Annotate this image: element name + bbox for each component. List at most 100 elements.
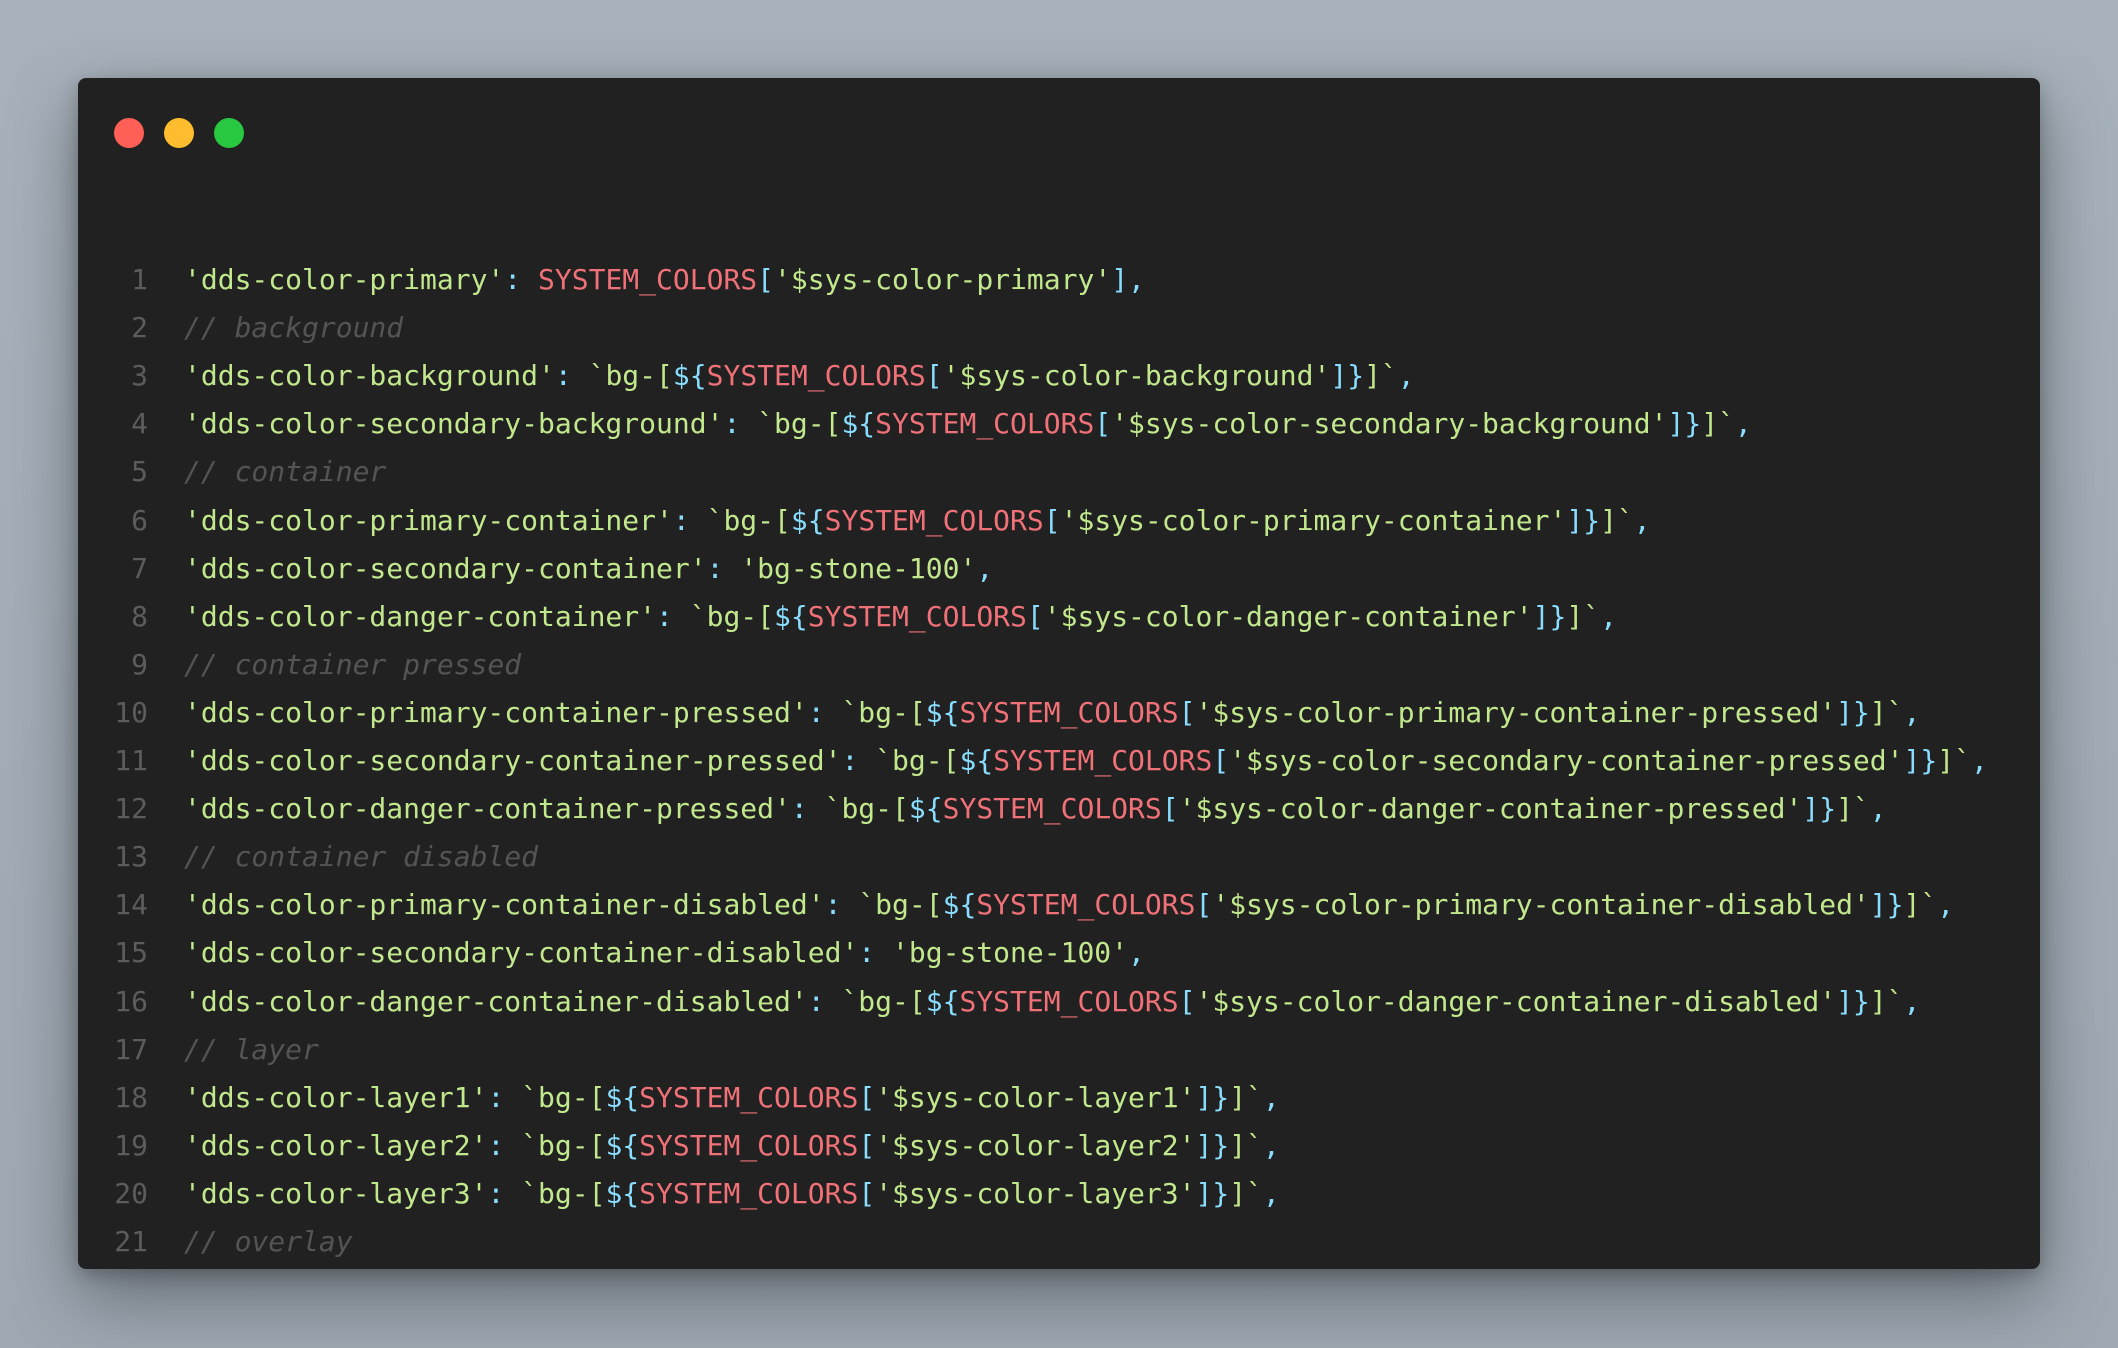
code-token: SYSTEM_COLORS: [959, 984, 1179, 1018]
code-token: '$sys-color-secondary-background': [1111, 407, 1668, 441]
code-token: '$sys-color-secondary-container-pressed': [1229, 744, 1904, 777]
code-text: // layer: [184, 1026, 319, 1074]
code-line: 10 'dds-color-primary-container-pressed':…: [78, 689, 1920, 737]
code-token: SYSTEM_COLORS: [875, 407, 1095, 441]
code-token: 'dds-color-layer3': [184, 1176, 488, 1210]
code-line: 14 'dds-color-primary-container-disabled'…: [78, 881, 1954, 929]
window-controls: [114, 118, 244, 148]
code-token: :: [554, 359, 589, 393]
line-number: 14: [114, 888, 148, 922]
line-number: 3: [131, 359, 148, 393]
code-line: 21 // overlay: [78, 1218, 352, 1266]
line-number: 22: [78, 1266, 148, 1269]
line-number: 18: [114, 1080, 148, 1114]
code-line: 20 'dds-color-layer3': `bg-[${SYSTEM_COLO…: [78, 1170, 1280, 1218]
code-token: 'dds-color-secondary-container': [184, 551, 707, 585]
code-snippet-window: 1'dds-color-primary': SYSTEM_COLORS['$sy…: [78, 78, 2040, 1269]
code-text: 'dds-color-primary-container-disabled': …: [184, 881, 1954, 929]
code-token: `bg-[: [689, 599, 775, 633]
code-text: 'dds-color-danger-container': `bg-[${SYS…: [184, 593, 1617, 641]
code-token: ]`: [1229, 1080, 1263, 1114]
code-token: // container disabled: [184, 840, 539, 874]
code-token: :: [504, 263, 539, 296]
code-token: ]`: [1600, 503, 1634, 537]
code-token: 'dds-color-danger-container-pressed': [184, 792, 791, 826]
code-token: SYSTEM_COLORS: [538, 263, 758, 296]
code-token: :: [656, 599, 690, 633]
line-number: 1: [131, 263, 148, 296]
minimize-button[interactable]: [164, 118, 194, 148]
code-token: ]`: [1903, 888, 1938, 922]
code-token: [: [925, 359, 943, 393]
code-text: 'dds-color-secondary-container-disabled'…: [184, 929, 1145, 977]
code-text: // container: [184, 448, 386, 496]
code-token: // container: [184, 455, 387, 489]
code-token: ]}: [1836, 984, 1870, 1018]
close-button[interactable]: [114, 118, 144, 148]
code-token: '$sys-color-primary': [774, 263, 1112, 296]
line-number: 20: [114, 1176, 148, 1210]
line-number: 4: [131, 407, 148, 441]
code-text: // container disabled: [184, 833, 538, 881]
code-token: 'dds-color-danger-container-disabled': [184, 984, 808, 1018]
code-token: [: [1178, 695, 1196, 729]
code-token: '$sys-color-primary-container-disabled': [1212, 888, 1870, 922]
code-line: 22'dds-color-overlay': `bg-[${palette['$…: [78, 1266, 148, 1269]
code-token: :: [790, 792, 825, 826]
code-line: 11 'dds-color-secondary-container-pressed…: [78, 737, 1988, 785]
code-text: 'dds-color-secondary-container-pressed':…: [184, 737, 1988, 785]
maximize-button[interactable]: [214, 118, 244, 148]
code-token: :: [723, 407, 758, 441]
code-token: '$sys-color-background': [942, 359, 1331, 393]
code-token: ${: [605, 1176, 640, 1210]
code-token: ]}: [1195, 1080, 1230, 1114]
code-text: 'dds-color-primary-container-pressed': `…: [184, 689, 1920, 737]
code-token: :: [824, 888, 859, 922]
code-token: `bg-[: [841, 695, 926, 729]
line-number: 16: [114, 984, 148, 1018]
code-token: ,: [1903, 695, 1921, 729]
code-token: ]`: [1836, 792, 1870, 826]
line-number: 9: [131, 647, 148, 681]
code-token: `bg-[: [757, 407, 842, 441]
code-token: [: [1161, 792, 1179, 826]
code-token: :: [807, 984, 842, 1018]
line-number: 12: [114, 792, 148, 826]
line-number: 13: [114, 840, 148, 874]
code-token: ${: [774, 599, 808, 633]
line-number: 19: [114, 1128, 148, 1162]
code-token: ]`: [1869, 984, 1904, 1018]
code-token: ${: [942, 888, 977, 922]
code-token: `bg-[: [588, 359, 673, 393]
code-token: ${: [959, 744, 994, 777]
code-token: :: [841, 744, 876, 777]
code-token: [: [1195, 888, 1213, 922]
code-line: 8 'dds-color-danger-container': `bg-[${SY…: [78, 593, 1617, 641]
code-token: SYSTEM_COLORS: [639, 1128, 859, 1162]
code-token: ,: [1633, 503, 1651, 537]
line-number: 15: [114, 936, 148, 970]
code-token: SYSTEM_COLORS: [959, 695, 1179, 729]
code-token: ,: [1970, 744, 1988, 777]
code-token: `bg-[: [521, 1176, 606, 1210]
code-token: :: [858, 936, 893, 970]
code-token: [: [1094, 407, 1112, 441]
code-token: ]}: [1802, 792, 1837, 826]
code-token: SYSTEM_COLORS: [706, 359, 926, 393]
code-token: ${: [925, 984, 960, 1018]
code-token: ${: [925, 695, 960, 729]
code-line: 13 // container disabled: [78, 833, 538, 881]
code-token: 'dds-color-background': [184, 359, 555, 393]
code-token: ,: [1869, 792, 1887, 826]
code-token: 'dds-color-primary-container-disabled': [184, 888, 825, 922]
line-number: 6: [131, 503, 148, 537]
code-token: '$sys-color-danger-container': [1043, 599, 1533, 633]
code-token: `bg-[: [824, 792, 909, 826]
code-token: '$sys-color-primary-container': [1060, 503, 1567, 537]
code-token: ]}: [1566, 503, 1601, 537]
code-token: 'dds-color-danger-container': [184, 599, 657, 633]
code-token: [: [858, 1080, 876, 1114]
code-token: ${: [672, 359, 707, 393]
code-token: ,: [1262, 1176, 1280, 1210]
code-token: :: [706, 551, 741, 585]
